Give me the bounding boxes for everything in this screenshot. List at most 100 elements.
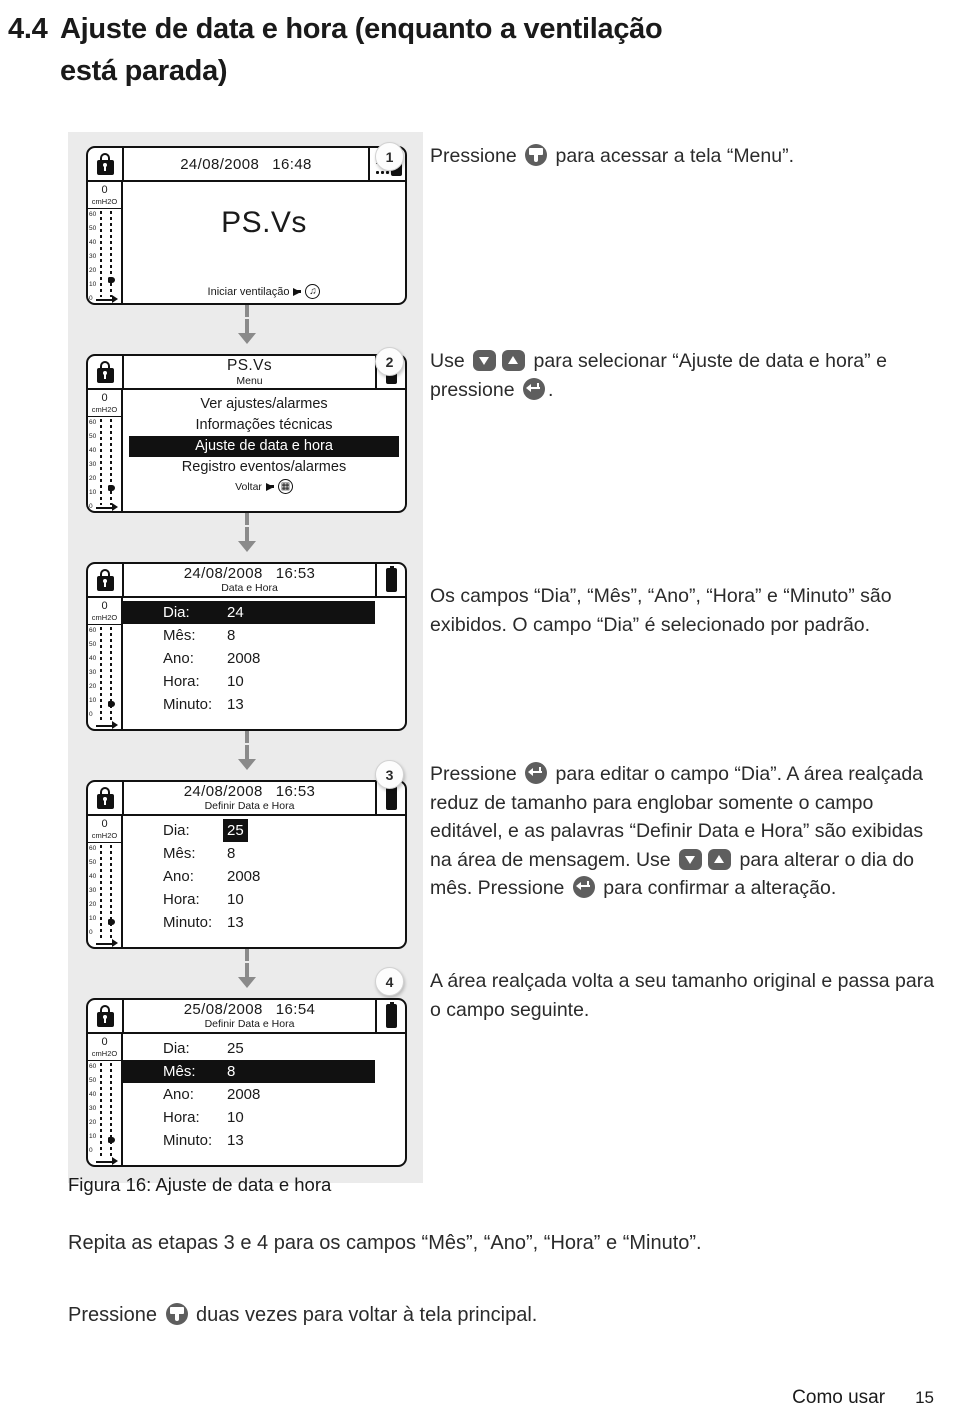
field-row[interactable]: Hora: 10 bbox=[123, 670, 405, 693]
scale-unit: cmH2O bbox=[88, 1049, 121, 1061]
instruction-step: Os campos “Dia”, “Mês”, “Ano”, “Hora” e … bbox=[375, 582, 950, 639]
field-row[interactable]: Mês: 8 bbox=[123, 842, 405, 865]
field-label: Dia: bbox=[163, 1040, 190, 1057]
field-value[interactable]: 8 bbox=[227, 624, 235, 647]
paragraph-repeat-steps: Repita as etapas 3 e 4 para os campos “M… bbox=[68, 1232, 702, 1254]
field-row[interactable]: Ano: 2008 bbox=[123, 865, 405, 888]
field-value[interactable]: 24 bbox=[227, 601, 244, 624]
screen-definir-mes: 25/08/2008 16:54 Definir Data e Hora 0 cmH2O… bbox=[86, 998, 407, 1167]
scale-unit: cmH2O bbox=[88, 831, 121, 843]
scale-tick: 60 bbox=[89, 419, 97, 426]
field-value[interactable]: 25 bbox=[223, 819, 248, 842]
field-label: Hora: bbox=[163, 891, 200, 908]
field-row[interactable]: Minuto: 13 bbox=[123, 693, 405, 716]
scale-tick: 30 bbox=[89, 461, 97, 468]
enter-key-icon bbox=[525, 762, 548, 784]
scale-tick: 60 bbox=[89, 627, 97, 634]
field-value[interactable]: 13 bbox=[227, 911, 244, 934]
hint-label: Voltar bbox=[235, 480, 262, 493]
field-value[interactable]: 2008 bbox=[227, 647, 260, 670]
scale-tick: 50 bbox=[89, 1077, 97, 1084]
scale-tick: 50 bbox=[89, 433, 97, 440]
screen-content: Dia: 25 Mês: 8 Ano: 2008 Hora: 10 Minuto: 13 bbox=[123, 816, 405, 947]
field-value[interactable]: 8 bbox=[227, 1060, 235, 1083]
header-subtitle: Data e Hora bbox=[221, 582, 278, 595]
screen-definir-dia: 24/08/2008 16:53 Definir Data e Hora 0 cmH2O… bbox=[86, 780, 407, 949]
field-value[interactable]: 2008 bbox=[227, 865, 260, 888]
pressure-scale: 0 cmH2O 60 50 40 30 20 10 0 bbox=[88, 390, 123, 511]
scale-current-value: 0 bbox=[101, 1036, 108, 1048]
figure-16: 24/08/200816:48~0cmH2O6050403020100PS.Vs… bbox=[68, 132, 423, 1183]
field-row[interactable]: Ano: 2008 bbox=[123, 647, 405, 670]
header-datetime: 24/08/2008 16:53 bbox=[183, 783, 316, 801]
field-value[interactable]: 8 bbox=[227, 842, 235, 865]
step-text: Pressione para editar o campo “Dia”. A á… bbox=[430, 762, 924, 899]
arrow-up-key-icon bbox=[708, 848, 732, 870]
field-label: Mês: bbox=[163, 845, 196, 862]
arrow-up-key-icon bbox=[502, 350, 526, 371]
ventilation-mode-label: PS.Vs bbox=[221, 206, 307, 239]
menu-item[interactable]: Registro eventos/alarmes bbox=[127, 457, 401, 478]
scale-tick: 10 bbox=[89, 489, 97, 496]
lock-icon bbox=[88, 1000, 124, 1032]
scale-tick: 10 bbox=[89, 1133, 97, 1140]
step-number-badge: 4 bbox=[375, 967, 404, 996]
start-ventilation-hint[interactable]: Iniciar ventilação ♫ bbox=[123, 284, 405, 299]
back-hint[interactable]: Voltar ▦ bbox=[127, 479, 401, 494]
scale-tick: 0 bbox=[89, 929, 93, 936]
instruction-step: 4 A área realçada volta a seu tamanho ori… bbox=[375, 967, 950, 1024]
field-value[interactable]: 13 bbox=[227, 693, 244, 716]
pressure-scale: 0 cmH2O 60 50 40 30 20 10 0 bbox=[88, 816, 123, 947]
field-row[interactable]: Minuto: 13 bbox=[123, 911, 405, 934]
field-label: Mês: bbox=[163, 1063, 196, 1080]
lock-icon bbox=[88, 782, 124, 814]
pressure-scale: 0 cmH2O 60 50 40 30 20 10 0 bbox=[88, 598, 123, 729]
header-mode: PS.Vs bbox=[226, 357, 273, 374]
screen-content: Dia: 25 Mês: 8 Ano: 2008 Hora: 10 Minuto: 13 bbox=[123, 1034, 405, 1165]
scale-tick: 50 bbox=[89, 859, 97, 866]
field-label: Ano: bbox=[163, 868, 194, 885]
field-value[interactable]: 2008 bbox=[227, 1083, 260, 1106]
field-value[interactable]: 25 bbox=[227, 1037, 244, 1060]
flow-stub bbox=[244, 731, 249, 743]
field-row[interactable]: Dia: 25 bbox=[123, 1037, 405, 1060]
scale-tick: 60 bbox=[89, 211, 97, 218]
field-value[interactable]: 13 bbox=[227, 1129, 244, 1152]
scale-tick: 40 bbox=[89, 873, 97, 880]
field-label: Ano: bbox=[163, 650, 194, 667]
field-row[interactable]: Mês: 8 bbox=[123, 1060, 375, 1083]
scale-tick: 30 bbox=[89, 887, 97, 894]
field-label: Ano: bbox=[163, 1086, 194, 1103]
field-row[interactable]: Hora: 10 bbox=[123, 1106, 405, 1129]
field-row[interactable]: Minuto: 13 bbox=[123, 1129, 405, 1152]
scale-tick: 0 bbox=[89, 503, 93, 510]
book-key-icon bbox=[165, 1303, 188, 1325]
step-number-badge: 2 bbox=[375, 347, 404, 376]
section-number: 4.4 bbox=[8, 13, 48, 45]
menu-item[interactable]: Informações técnicas bbox=[127, 415, 401, 436]
scale-tick: 40 bbox=[89, 447, 97, 454]
paragraph-return-main: Pressione duas vezes para voltar à tela … bbox=[68, 1303, 538, 1326]
scale-unit: cmH2O bbox=[88, 613, 121, 625]
scale-tick: 30 bbox=[89, 1105, 97, 1112]
field-row[interactable]: Dia: 25 bbox=[123, 819, 405, 842]
scale-current-value: 0 bbox=[101, 392, 108, 404]
field-label: Dia: bbox=[163, 604, 190, 621]
flow-arrow bbox=[86, 745, 407, 770]
field-row[interactable]: Mês: 8 bbox=[123, 624, 405, 647]
menu-item-selected[interactable]: Ajuste de data e hora bbox=[129, 436, 399, 457]
field-value[interactable]: 10 bbox=[227, 888, 244, 911]
scale-current-value: 0 bbox=[101, 184, 108, 196]
flow-stub bbox=[244, 949, 249, 961]
enter-key-icon bbox=[522, 377, 545, 400]
field-value[interactable]: 10 bbox=[227, 1106, 244, 1129]
scale-unit: cmH2O bbox=[88, 405, 121, 417]
field-row[interactable]: Ano: 2008 bbox=[123, 1083, 405, 1106]
arrow-down-key-icon bbox=[679, 848, 703, 870]
step-number-badge: 1 bbox=[375, 142, 404, 171]
menu-item[interactable]: Ver ajustes/alarmes bbox=[127, 394, 401, 415]
field-value[interactable]: 10 bbox=[227, 670, 244, 693]
field-row[interactable]: Dia: 24 bbox=[123, 601, 375, 624]
scale-tick: 40 bbox=[89, 655, 97, 662]
field-row[interactable]: Hora: 10 bbox=[123, 888, 405, 911]
